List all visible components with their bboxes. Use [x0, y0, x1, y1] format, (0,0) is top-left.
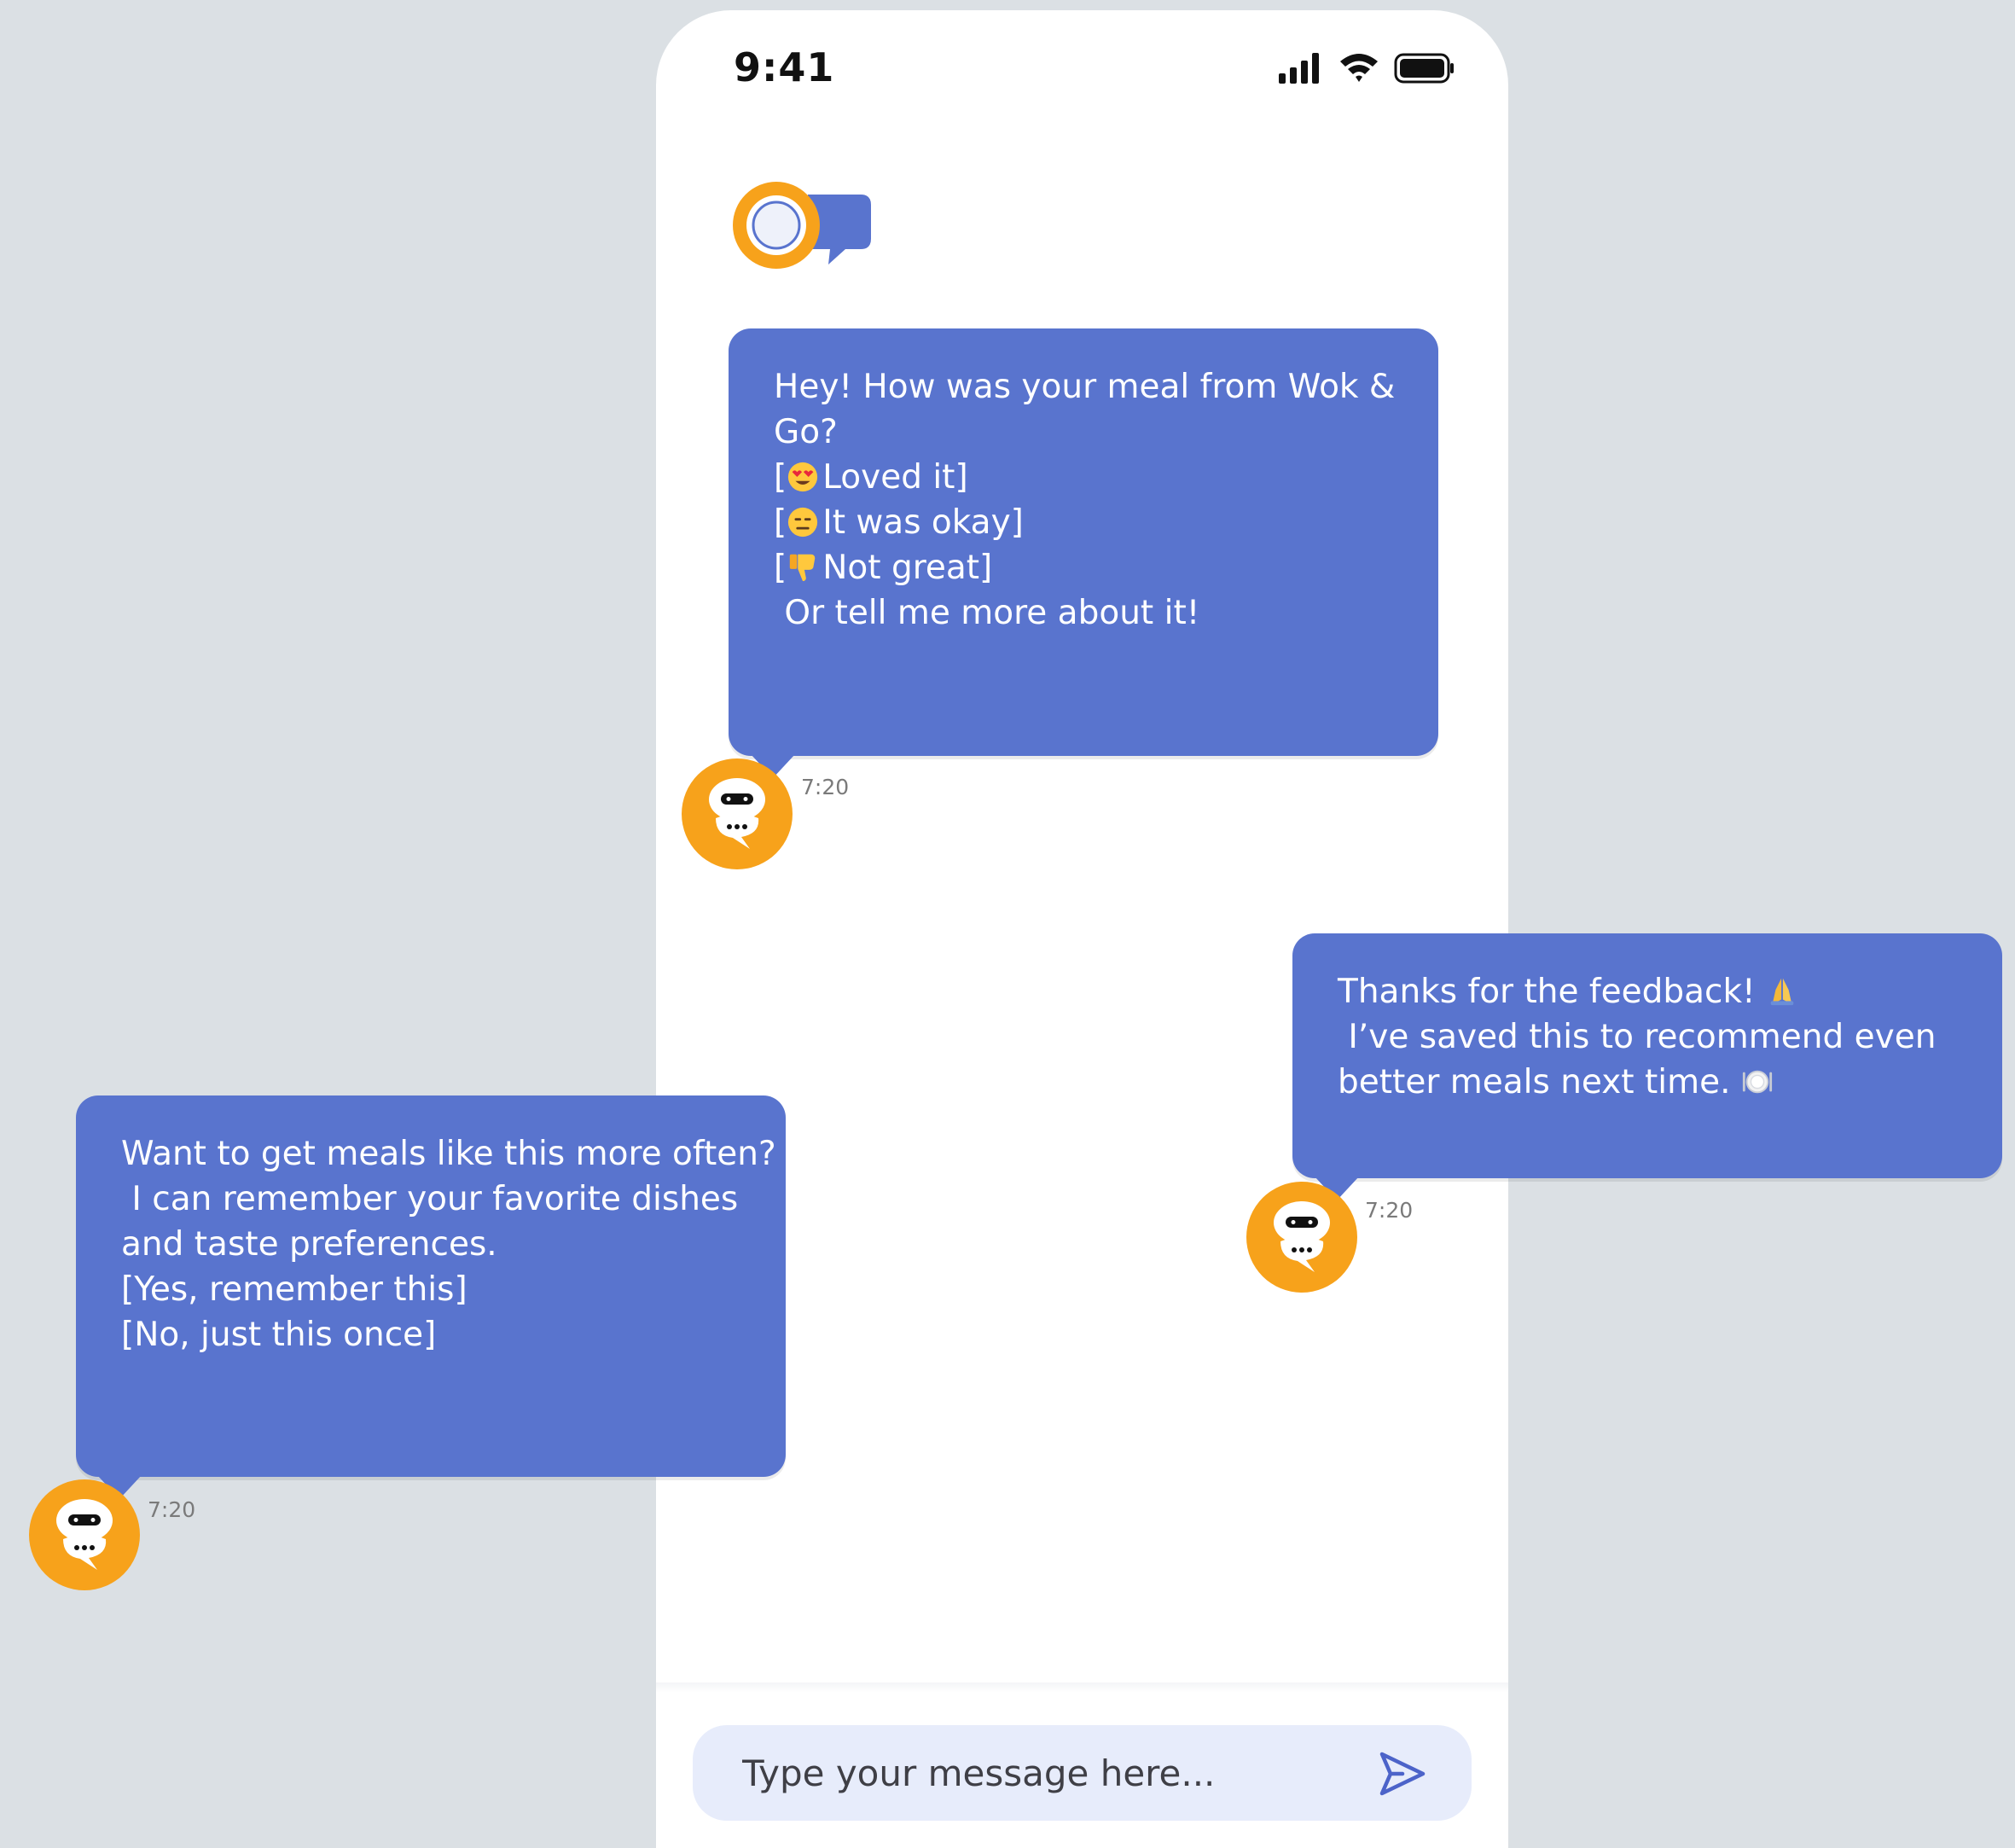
message-line: Hey! How was your meal from Wok & — [774, 368, 1396, 406]
message-timestamp: 7:20 — [148, 1497, 196, 1522]
heart-eyes-emoji-icon — [788, 462, 818, 492]
message-bubble-1: Hey! How was your meal from Wok & Go? [ … — [729, 328, 1438, 756]
send-icon[interactable] — [1375, 1747, 1428, 1800]
message-line: Want to get meals like this more often? — [121, 1135, 776, 1173]
message-timestamp: 7:20 — [801, 775, 850, 799]
expressionless-face-emoji-icon — [788, 507, 818, 538]
composer-divider — [656, 1682, 1508, 1693]
message-option-no-just-once[interactable]: [No, just this once] — [121, 1312, 786, 1357]
wifi-icon — [1340, 54, 1378, 82]
message-line: I can remember your favorite dishes — [121, 1180, 739, 1218]
message-bubble-3: Want to get meals like this more often? … — [76, 1095, 786, 1477]
message-line: and taste preferences. — [121, 1225, 497, 1264]
bot-avatar-icon — [1246, 1182, 1357, 1293]
message-line: better meals next time. — [1338, 1060, 2002, 1105]
message-composer — [693, 1725, 1472, 1821]
battery-icon — [1394, 53, 1454, 84]
bot-avatar-icon — [29, 1479, 140, 1590]
message-input[interactable] — [693, 1725, 1375, 1821]
status-icons — [1279, 53, 1462, 96]
fork-knife-plate-emoji-icon — [1742, 1070, 1773, 1094]
message-line: I’ve saved this to recommend even — [1338, 1018, 1937, 1056]
cellular-signal-icon — [1279, 53, 1319, 84]
bot-avatar-icon — [682, 758, 793, 869]
message-line: Go? — [774, 413, 838, 451]
chat-app-logo-icon — [733, 182, 871, 269]
status-time: 9:41 — [734, 44, 835, 90]
message-timestamp: 7:20 — [1365, 1198, 1414, 1223]
message-option-yes-remember[interactable]: [Yes, remember this] — [121, 1267, 786, 1312]
canvas: 9:41 Type your message here... Hey! How … — [0, 0, 2015, 1848]
message-option-it-was-okay[interactable]: [ It was okay] — [774, 500, 1438, 545]
message-bubble-2: Thanks for the feedback! I’ve saved this… — [1292, 933, 2002, 1178]
message-line: Or tell me more about it! — [774, 594, 1200, 632]
message-line: Thanks for the feedback! — [1338, 969, 2002, 1014]
phone-screen: 9:41 — [656, 10, 1508, 1848]
message-option-loved-it[interactable]: [ Loved it] — [774, 455, 1438, 500]
folded-hands-emoji-icon — [1770, 978, 1794, 1006]
message-option-not-great[interactable]: [ Not great] — [774, 545, 1438, 590]
thumbs-down-emoji-icon — [790, 554, 816, 582]
